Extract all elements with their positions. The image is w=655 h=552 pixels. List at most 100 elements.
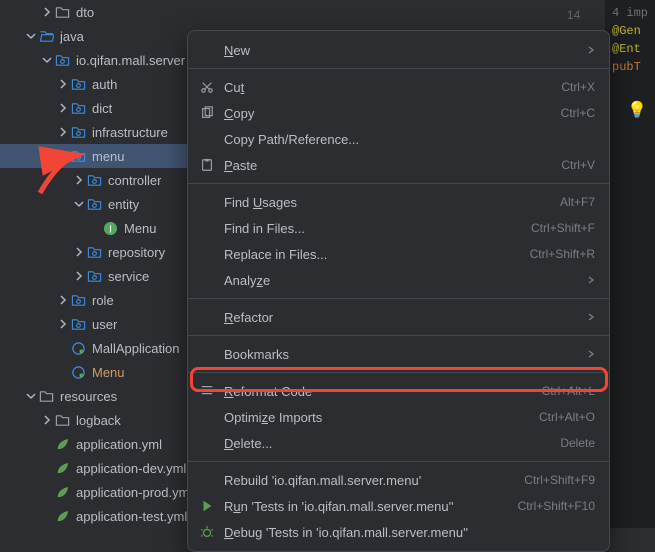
arrow-placeholder [40, 485, 54, 499]
tree-item-infrastructure[interactable]: infrastructure [0, 120, 190, 144]
chevron-down-icon[interactable] [24, 29, 38, 43]
tree-item-application-yml[interactable]: application.yml [0, 432, 190, 456]
chevron-right-icon[interactable] [56, 77, 70, 91]
java-icon [70, 340, 86, 356]
chevron-right-icon[interactable] [72, 269, 86, 283]
tree-item-application-dev-yml[interactable]: application-dev.yml [0, 456, 190, 480]
tree-item-label: infrastructure [92, 125, 168, 140]
chevron-right-icon[interactable] [56, 317, 70, 331]
menu-item-shortcut: Ctrl+Shift+F9 [524, 473, 595, 487]
tree-item-application-prod-yml[interactable]: application-prod.yml [0, 480, 190, 504]
menu-icon-placeholder [198, 435, 216, 451]
menu-item-reformat-code[interactable]: Reformat CodeCtrl+Alt+L [188, 378, 609, 404]
pkg-icon [86, 268, 102, 284]
tree-item-java[interactable]: java [0, 24, 190, 48]
menu-icon-placeholder [198, 472, 216, 488]
chevron-right-icon[interactable] [40, 413, 54, 427]
menu-icon-placeholder [198, 194, 216, 210]
tree-item-label: user [92, 317, 117, 332]
menu-icon-placeholder [198, 272, 216, 288]
menu-item-copy-path-reference[interactable]: Copy Path/Reference... [188, 126, 609, 152]
menu-separator [188, 335, 609, 336]
tree-item-application-test-yml[interactable]: application-test.yml [0, 504, 190, 528]
chevron-right-icon[interactable] [56, 125, 70, 139]
tree-item-logback[interactable]: logback [0, 408, 190, 432]
debug-icon [198, 524, 216, 540]
menu-item-run-tests-in-io-qifan-mall-server-menu[interactable]: Run 'Tests in 'io.qifan.mall.server.menu… [188, 493, 609, 519]
gutter-line-number: 14 [567, 8, 580, 22]
chevron-down-icon[interactable] [40, 53, 54, 67]
chevron-right-icon[interactable] [72, 245, 86, 259]
menu-item-new[interactable]: New [188, 37, 609, 63]
svg-text:I: I [109, 224, 112, 235]
tree-item-resources[interactable]: resources [0, 384, 190, 408]
folder-open-icon [38, 28, 54, 44]
tree-item-service[interactable]: service [0, 264, 190, 288]
reformat-icon [198, 383, 216, 399]
menu-item-label: New [224, 43, 579, 58]
menu-item-shortcut: Ctrl+V [561, 158, 595, 172]
menu-item-bookmarks[interactable]: Bookmarks [188, 341, 609, 367]
tree-item-repository[interactable]: repository [0, 240, 190, 264]
menu-item-label: Cut [224, 80, 561, 95]
submenu-chevron-icon [585, 46, 595, 54]
chevron-right-icon[interactable] [56, 101, 70, 115]
menu-item-label: Optimize Imports [224, 410, 539, 425]
menu-separator [188, 298, 609, 299]
menu-item-delete[interactable]: Delete...Delete [188, 430, 609, 456]
tree-item-io-qifan-mall-server[interactable]: io.qifan.mall.server [0, 48, 190, 72]
tree-item-label: entity [108, 197, 139, 212]
menu-item-replace-in-files[interactable]: Replace in Files...Ctrl+Shift+R [188, 241, 609, 267]
tree-item-menu[interactable]: Menu [0, 360, 190, 384]
tree-item-label: Menu [124, 221, 157, 236]
tree-item-label: MallApplication [92, 341, 179, 356]
leaf-icon [54, 484, 70, 500]
tree-item-role[interactable]: role [0, 288, 190, 312]
arrow-placeholder [40, 461, 54, 475]
tree-item-menu[interactable]: I Menu [0, 216, 190, 240]
tree-item-label: resources [60, 389, 117, 404]
chevron-right-icon[interactable] [56, 293, 70, 307]
tree-item-menu[interactable]: menu [0, 144, 190, 168]
menu-item-label: Rebuild 'io.qifan.mall.server.menu' [224, 473, 524, 488]
intention-bulb-icon[interactable]: 💡 [627, 100, 647, 120]
menu-item-analyze[interactable]: Analyze [188, 267, 609, 293]
chevron-down-icon[interactable] [56, 149, 70, 163]
submenu-chevron-icon [585, 350, 595, 358]
chevron-down-icon[interactable] [72, 197, 86, 211]
tree-item-dto[interactable]: dto [0, 0, 190, 24]
code-line: @Gen [612, 22, 649, 40]
menu-item-optimize-imports[interactable]: Optimize ImportsCtrl+Alt+O [188, 404, 609, 430]
menu-item-shortcut: Ctrl+Shift+F [531, 221, 595, 235]
menu-item-label: Bookmarks [224, 347, 579, 362]
tree-item-label: menu [92, 149, 125, 164]
menu-item-label: Copy [224, 106, 561, 121]
chevron-right-icon[interactable] [72, 173, 86, 187]
menu-item-refactor[interactable]: Refactor [188, 304, 609, 330]
menu-item-paste[interactable]: PasteCtrl+V [188, 152, 609, 178]
tree-item-controller[interactable]: controller [0, 168, 190, 192]
menu-item-label: Paste [224, 158, 561, 173]
menu-separator [188, 461, 609, 462]
menu-item-rebuild-io-qifan-mall-server-menu[interactable]: Rebuild 'io.qifan.mall.server.menu'Ctrl+… [188, 467, 609, 493]
menu-item-find-in-files[interactable]: Find in Files...Ctrl+Shift+F [188, 215, 609, 241]
leaf-icon [54, 460, 70, 476]
menu-item-copy[interactable]: CopyCtrl+C [188, 100, 609, 126]
tree-item-dict[interactable]: dict [0, 96, 190, 120]
tree-item-auth[interactable]: auth [0, 72, 190, 96]
chevron-right-icon[interactable] [40, 5, 54, 19]
menu-item-find-usages[interactable]: Find UsagesAlt+F7 [188, 189, 609, 215]
tree-item-label: dict [92, 101, 112, 116]
menu-item-debug-tests-in-io-qifan-mall-server-menu[interactable]: Debug 'Tests in 'io.qifan.mall.server.me… [188, 519, 609, 545]
pkg-icon [86, 244, 102, 260]
tree-item-mallapplication[interactable]: MallApplication [0, 336, 190, 360]
tree-item-label: application-prod.yml [76, 485, 190, 500]
pkg-icon [70, 100, 86, 116]
menu-item-cut[interactable]: CutCtrl+X [188, 74, 609, 100]
chevron-down-icon[interactable] [24, 389, 38, 403]
tree-item-label: logback [76, 413, 121, 428]
menu-item-label: Refactor [224, 310, 579, 325]
tree-item-label: repository [108, 245, 165, 260]
tree-item-entity[interactable]: entity [0, 192, 190, 216]
tree-item-user[interactable]: user [0, 312, 190, 336]
